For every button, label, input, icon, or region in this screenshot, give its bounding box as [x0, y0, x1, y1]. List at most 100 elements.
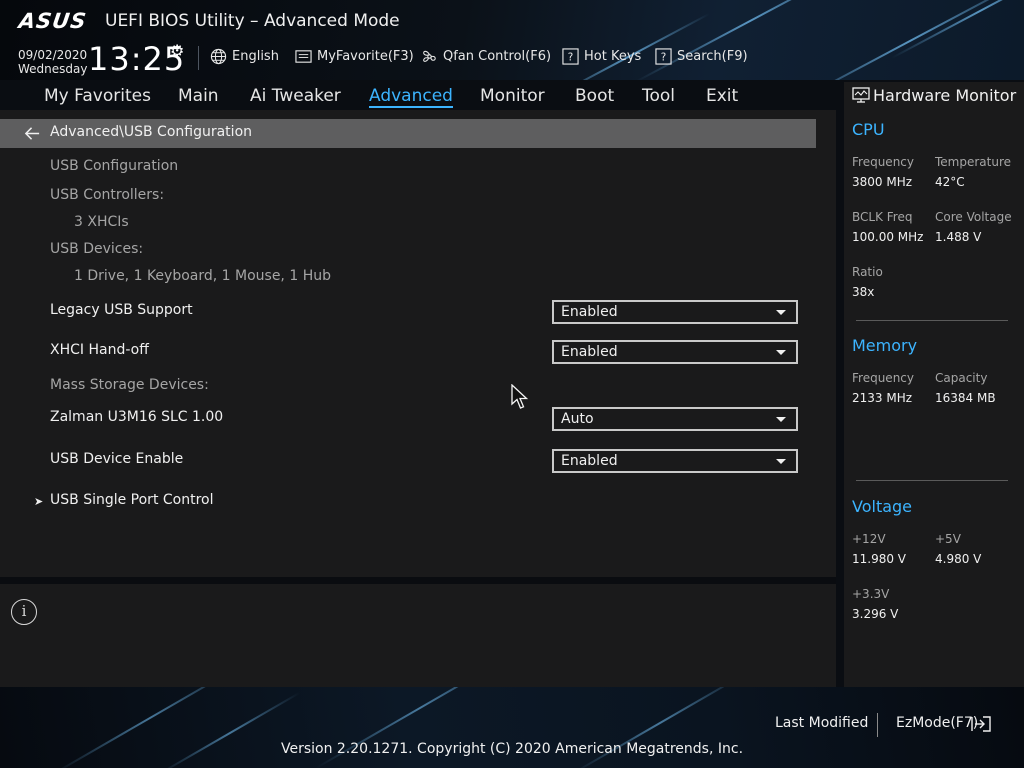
dropdown-value: Enabled — [561, 344, 618, 360]
memory-frequency-label: Frequency — [852, 371, 914, 385]
search-label: Search(F9) — [677, 48, 748, 64]
hardware-monitor-title: Hardware Monitor — [873, 86, 1017, 105]
breadcrumb: Advanced\USB Configuration — [0, 119, 816, 148]
header-bar: ASUS UEFI BIOS Utility – Advanced Mode 0… — [0, 0, 1024, 80]
tab-ai-tweaker[interactable]: Ai Tweaker — [250, 86, 341, 106]
qfan-button[interactable]: Qfan Control(F6) — [421, 47, 551, 65]
v5-value: 4.980 V — [935, 552, 982, 566]
xhci-handoff-label: XHCI Hand-off — [50, 342, 149, 358]
tab-my-favorites[interactable]: My Favorites — [44, 86, 151, 106]
mass-storage-label: Mass Storage Devices: — [50, 377, 209, 393]
hotkeys-label: Hot Keys — [584, 48, 642, 64]
nav-tabs: My Favorites Main Ai Tweaker Advanced Mo… — [0, 82, 836, 110]
decor-streak — [634, 0, 866, 80]
legacy-usb-dropdown[interactable]: Enabled — [552, 300, 798, 324]
svg-text:?: ? — [568, 51, 574, 63]
asus-logo: ASUS — [17, 9, 89, 33]
usb-device-enable-label: USB Device Enable — [50, 451, 184, 467]
v12-label: +12V — [852, 532, 886, 546]
bclk-freq-value: 100.00 MHz — [852, 230, 924, 244]
gear-icon[interactable]: ⚙ — [170, 41, 184, 60]
cpu-section-title: CPU — [852, 120, 885, 139]
voltage-section-title: Voltage — [852, 497, 913, 516]
weekday-value: Wednesday — [18, 62, 88, 76]
hotkeys-button[interactable]: ? Hot Keys — [562, 47, 641, 65]
v33-label: +3.3V — [852, 587, 890, 601]
section-title: USB Configuration — [50, 158, 179, 174]
fan-icon — [423, 50, 436, 62]
ratio-label: Ratio — [852, 265, 883, 279]
copyright-text: Version 2.20.1271. Copyright (C) 2020 Am… — [280, 741, 744, 757]
v5-label: +5V — [935, 532, 961, 546]
legacy-usb-label: Legacy USB Support — [50, 302, 193, 318]
info-icon: i — [11, 599, 37, 625]
ratio-value: 38x — [852, 285, 875, 299]
zalman-device-dropdown[interactable]: Auto — [552, 407, 798, 431]
caret-down-icon — [776, 459, 786, 464]
help-info-panel: i — [0, 584, 836, 687]
memory-section-title: Memory — [852, 336, 918, 355]
header-divider — [198, 46, 199, 70]
hardware-monitor-panel: Hardware Monitor CPU Frequency 3800 MHz … — [844, 82, 1024, 687]
usb-devices-label: USB Devices: — [50, 241, 144, 257]
back-arrow-icon[interactable] — [24, 125, 41, 142]
section-divider — [856, 480, 1008, 481]
tab-tool[interactable]: Tool — [642, 86, 675, 106]
section-divider — [856, 320, 1008, 321]
memory-capacity-label: Capacity — [935, 371, 988, 385]
zalman-device-label: Zalman U3M16 SLC 1.00 — [50, 409, 224, 425]
date-value: 09/02/2020 — [18, 48, 88, 62]
usb-controllers-value: 3 XHCIs — [74, 214, 129, 230]
usb-devices-value: 1 Drive, 1 Keyboard, 1 Mouse, 1 Hub — [74, 268, 331, 284]
tab-boot[interactable]: Boot — [575, 86, 614, 106]
memory-capacity-value: 16384 MB — [935, 391, 996, 405]
globe-icon — [210, 48, 227, 64]
footer-bar: Last Modified EzMode(F7) Version 2.20.12… — [0, 687, 1024, 768]
date-display: 09/02/2020 Wednesday — [18, 48, 87, 76]
tab-advanced[interactable]: Advanced — [369, 86, 453, 108]
app-title: UEFI BIOS Utility – Advanced Mode — [105, 11, 400, 31]
memory-frequency-value: 2133 MHz — [852, 391, 913, 405]
language-label: English — [232, 48, 279, 64]
myfavorite-button[interactable]: MyFavorite(F3) — [295, 47, 414, 65]
xhci-handoff-dropdown[interactable]: Enabled — [552, 340, 798, 364]
dropdown-value: Auto — [561, 411, 594, 427]
decor-streak — [891, 0, 1024, 59]
dropdown-value: Enabled — [561, 304, 618, 320]
cpu-frequency-label: Frequency — [852, 155, 914, 169]
panel-separator — [0, 577, 836, 584]
usb-device-enable-dropdown[interactable]: Enabled — [552, 449, 798, 473]
cpu-temperature-label: Temperature — [935, 155, 1012, 169]
svg-text:?: ? — [661, 51, 667, 63]
v33-value: 3.296 V — [852, 607, 899, 621]
ezmode-button[interactable]: EzMode(F7) — [896, 715, 978, 731]
core-voltage-label: Core Voltage — [935, 210, 1012, 224]
cpu-frequency-value: 3800 MHz — [852, 175, 913, 189]
bclk-freq-label: BCLK Freq — [852, 210, 913, 224]
dropdown-value: Enabled — [561, 453, 618, 469]
myfavorite-label: MyFavorite(F3) — [317, 48, 414, 64]
breadcrumb-label: Advanced\USB Configuration — [50, 124, 253, 140]
usb-controllers-label: USB Controllers: — [50, 187, 165, 203]
tab-monitor[interactable]: Monitor — [480, 86, 545, 106]
search-button[interactable]: ? Search(F9) — [655, 47, 748, 65]
last-modified-button[interactable]: Last Modified — [775, 715, 868, 731]
monitor-icon — [852, 87, 870, 103]
tab-main[interactable]: Main — [178, 86, 219, 106]
usb-single-port-control-link[interactable]: USB Single Port Control — [50, 492, 214, 508]
help-box-icon: ? — [562, 47, 579, 65]
core-voltage-value: 1.488 V — [935, 230, 982, 244]
submenu-arrow-icon: ➤ — [34, 495, 44, 508]
help-box-icon: ? — [655, 47, 672, 65]
qfan-label: Qfan Control(F6) — [443, 48, 552, 64]
favorite-icon — [295, 49, 312, 63]
caret-down-icon — [776, 350, 786, 355]
tab-exit[interactable]: Exit — [706, 86, 738, 106]
main-panel: Advanced\USB Configuration USB Configura… — [0, 110, 836, 577]
exit-to-ezmode-icon[interactable] — [970, 715, 992, 733]
footer-divider — [877, 713, 878, 737]
caret-down-icon — [776, 310, 786, 315]
v12-value: 11.980 V — [852, 552, 907, 566]
language-button[interactable]: English — [210, 47, 279, 65]
caret-down-icon — [776, 417, 786, 422]
